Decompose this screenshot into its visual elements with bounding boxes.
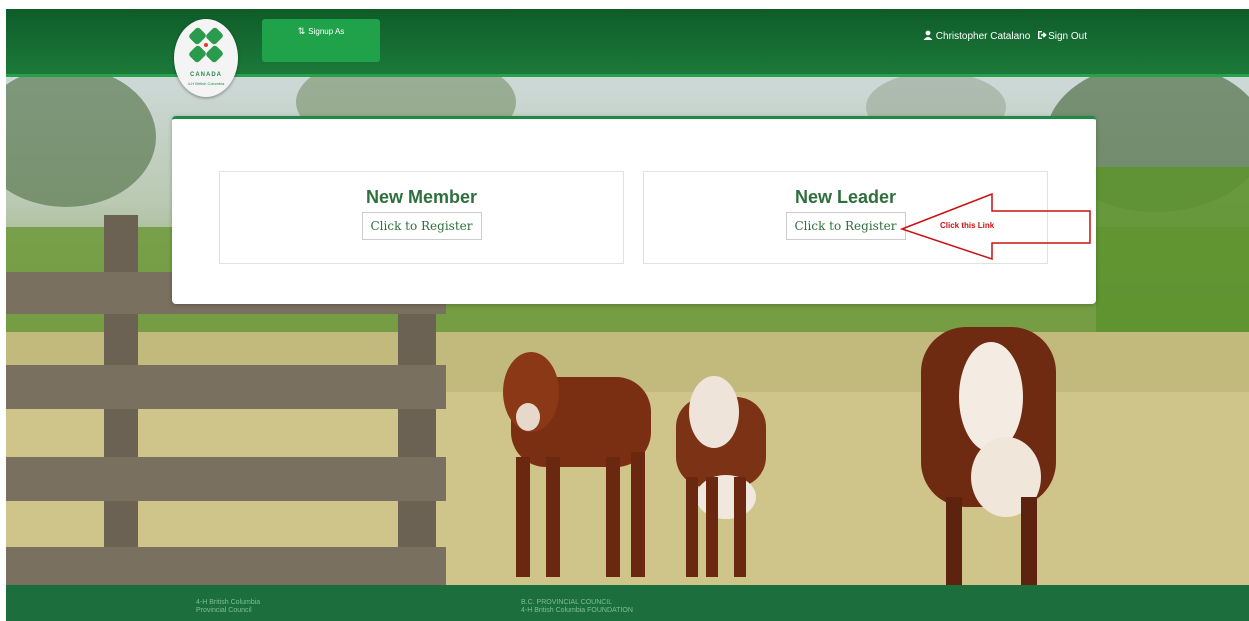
user-menu: Christopher Catalano Sign Out [923,30,1087,43]
app-frame: ⇅ Signup As Christopher Catalano Sign Out [6,9,1249,621]
footer-text: 4-H British Columbia [196,599,261,606]
footer-text: Provincial Council [196,607,252,614]
signup-as-button[interactable]: ⇅ Signup As [262,19,380,62]
footer-link[interactable]: B.C. PROVINCIAL COUNCIL [521,599,633,607]
new-member-register-button[interactable]: Click to Register [361,212,482,240]
footer-left-column: 4-H British Columbia Provincial Council [196,599,260,615]
sign-out-label: Sign Out [1048,31,1087,42]
logo-subtext: 4-H British Columbia [187,81,225,86]
logo-text: CANADA [190,72,222,78]
new-leader-register-button[interactable]: Click to Register [785,212,906,240]
user-icon [923,30,933,43]
retweet-icon: ⇅ [297,26,306,36]
sign-out-icon [1037,30,1048,43]
footer-right-column: B.C. PROVINCIAL COUNCIL 4-H British Colu… [521,599,633,615]
new-member-panel: New Member Click to Register [219,171,624,264]
footer: 4-H British Columbia Provincial Council … [6,585,1249,621]
footer-link[interactable]: 4-H British Columbia FOUNDATION [521,607,633,615]
4h-logo[interactable]: CANADA 4-H British Columbia [174,19,238,97]
sign-out-link[interactable]: Sign Out [1037,30,1087,43]
clover-icon [189,27,223,63]
user-name-link[interactable]: Christopher Catalano [936,31,1031,42]
annotation-label: Click this Link [940,221,995,230]
annotation-arrow-icon [900,192,1091,261]
new-member-title: New Member [365,187,478,207]
signup-as-label: Signup As [308,27,345,36]
